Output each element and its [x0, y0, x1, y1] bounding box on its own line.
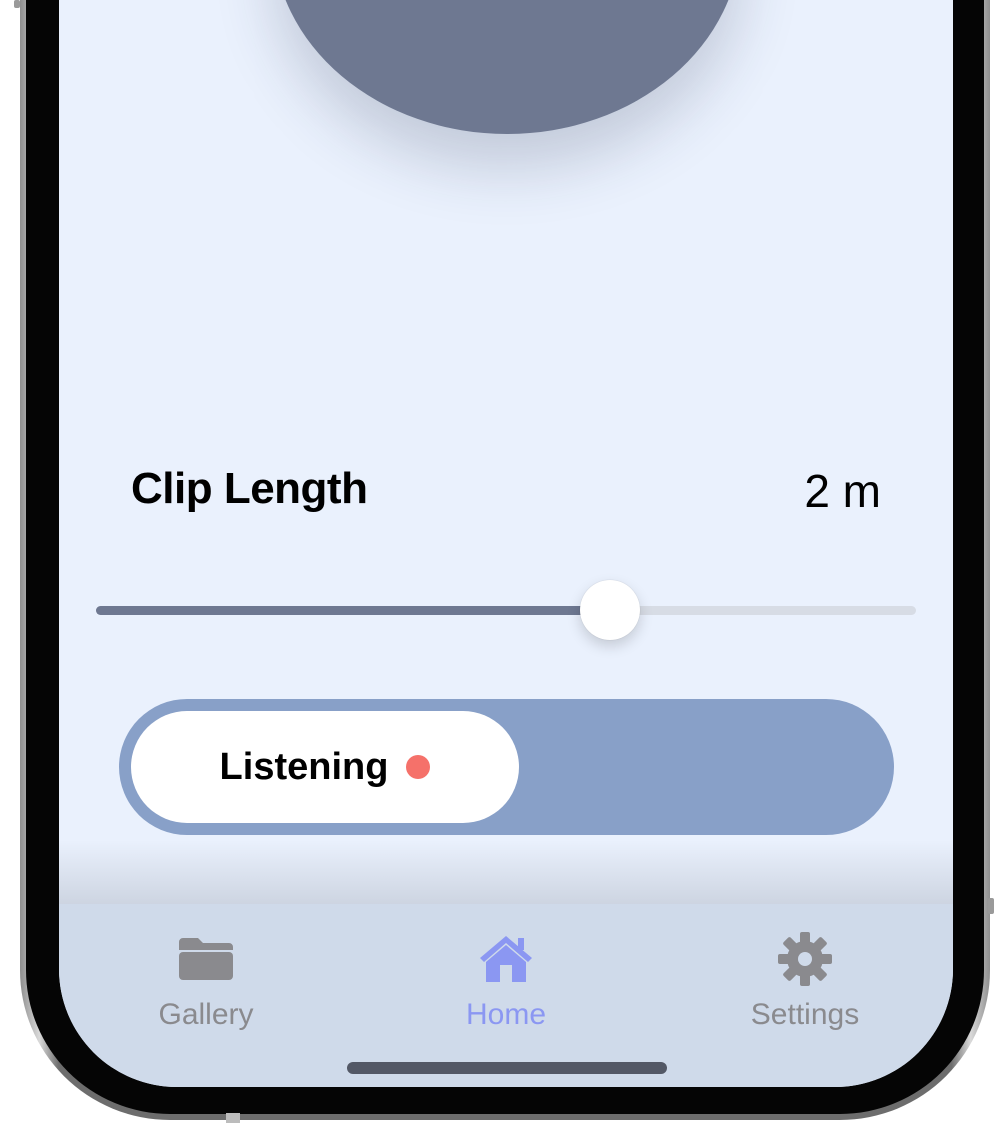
listening-toggle[interactable]: Listening	[119, 699, 894, 835]
tab-home[interactable]: Home	[406, 930, 606, 1040]
folder-icon	[178, 930, 234, 988]
listening-toggle-knob[interactable]: Listening	[131, 711, 519, 823]
frame-notch	[226, 1113, 240, 1123]
slider-fill	[96, 606, 611, 615]
tab-home-label: Home	[465, 998, 547, 1031]
app-screen: Clip Length 2 m Listening Gallery Home S…	[59, 0, 953, 1087]
clip-length-slider[interactable]	[96, 580, 916, 640]
tab-bar: Gallery Home Settings	[59, 904, 953, 1087]
tab-settings-label: Settings	[750, 998, 860, 1031]
listening-label: Listening	[219, 745, 389, 788]
tab-gallery-label: Gallery	[158, 998, 254, 1031]
listening-status-dot	[406, 755, 431, 779]
gear-icon	[777, 930, 833, 988]
clip-length-title: Clip Length	[131, 464, 368, 513]
clip-length-value: 2 m	[804, 465, 881, 517]
side-button-left	[14, 0, 20, 8]
slider-thumb[interactable]	[580, 580, 641, 640]
house-icon	[477, 930, 535, 988]
tab-gallery[interactable]: Gallery	[106, 930, 306, 1040]
tab-bar-shadow	[59, 840, 953, 904]
side-button-right	[988, 898, 994, 914]
record-disc[interactable]	[273, 0, 741, 134]
tab-settings[interactable]: Settings	[705, 930, 905, 1040]
home-indicator[interactable]	[347, 1062, 667, 1074]
